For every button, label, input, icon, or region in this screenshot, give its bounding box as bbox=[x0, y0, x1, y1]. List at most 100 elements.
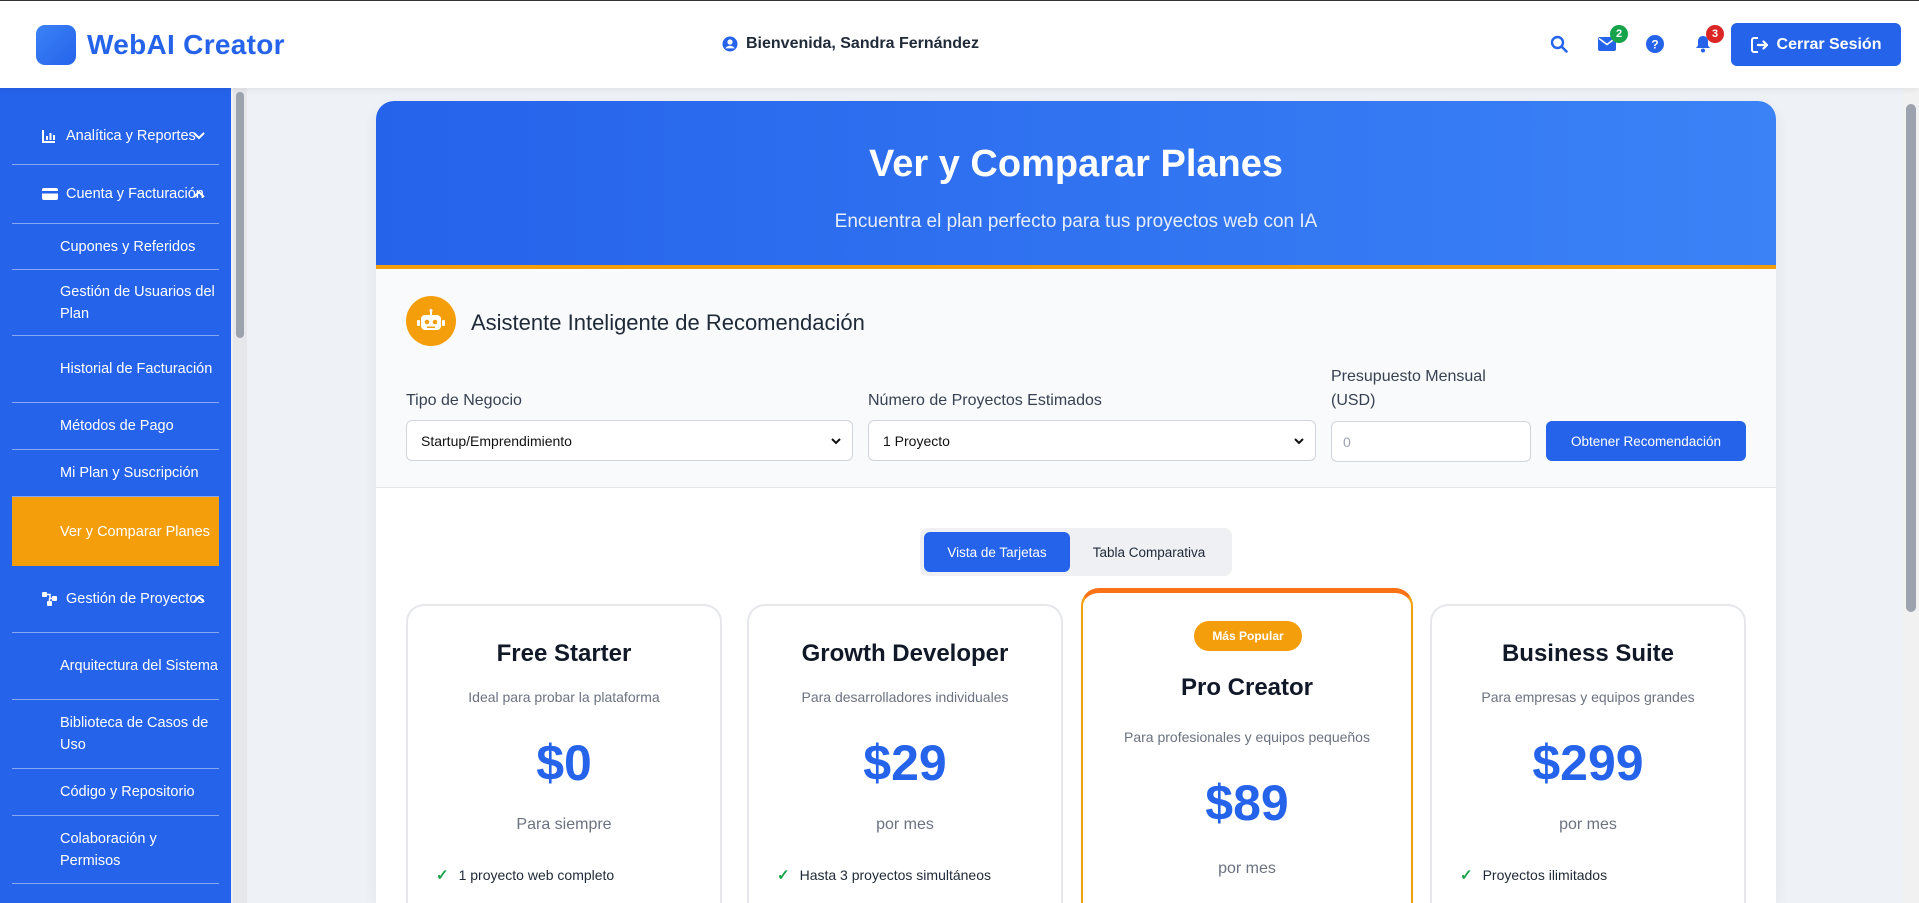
credit-card-icon bbox=[42, 188, 58, 200]
recommendation-assistant: Asistente Inteligente de Recomendación T… bbox=[376, 269, 1776, 488]
plan-name: Growth Developer bbox=[801, 640, 1009, 667]
sidebar-item-label: Cuenta y Facturación bbox=[66, 186, 204, 202]
plan-period: por mes bbox=[1218, 860, 1276, 877]
sidebar-item-plan-users[interactable]: Gestión de Usuarios del Plan bbox=[12, 270, 219, 336]
project-tree-icon bbox=[42, 592, 57, 606]
plan-price: $29 bbox=[863, 735, 947, 791]
plan-feature-text: Hasta 3 proyectos simultáneos bbox=[799, 867, 992, 883]
sidebar-item-label: Métodos de Pago bbox=[60, 418, 174, 434]
plan-price: $89 bbox=[1205, 775, 1289, 831]
sidebar-item-compare-plans[interactable]: Ver y Comparar Planes bbox=[12, 497, 219, 566]
chevron-down-icon bbox=[831, 438, 841, 445]
sidebar-item-my-plan[interactable]: Mi Plan y Suscripción bbox=[12, 450, 219, 497]
plan-feature: ✓ Proyectos ilimitados bbox=[1460, 866, 1607, 884]
plan-description: Para empresas y equipos grandes bbox=[1481, 689, 1695, 705]
logout-button[interactable]: Cerrar Sesión bbox=[1731, 23, 1901, 66]
plan-period: por mes bbox=[1559, 816, 1617, 833]
sidebar-item-code-repo[interactable]: Código y Repositorio bbox=[12, 769, 219, 816]
robot-icon bbox=[406, 296, 456, 346]
messages-button[interactable]: 2 bbox=[1594, 25, 1628, 57]
sidebar-item-payment-methods[interactable]: Métodos de Pago bbox=[12, 403, 219, 450]
welcome-text: Bienvenida, Sandra Fernández bbox=[746, 35, 979, 52]
plan-description: Ideal para probar la plataforma bbox=[468, 689, 660, 705]
sidebar-item-label: Mi Plan y Suscripción bbox=[60, 465, 199, 481]
page-title: Ver y Comparar Planes bbox=[869, 143, 1283, 185]
sidebar-item-label: Cupones y Referidos bbox=[60, 238, 196, 255]
sidebar-item-label: Historial de Facturación bbox=[60, 361, 213, 377]
sidebar-item-label: Ver y Comparar Planes bbox=[60, 523, 210, 540]
business-type-label: Tipo de Negocio bbox=[406, 392, 522, 409]
welcome-message: Bienvenida, Sandra Fernández bbox=[722, 35, 979, 53]
plan-description: Para profesionales y equipos pequeños bbox=[1124, 729, 1370, 745]
sidebar-item-label: Analítica y Reportes bbox=[66, 127, 196, 144]
sidebar: Analítica y Reportes Cuenta y Facturació… bbox=[0, 88, 231, 903]
sidebar-scrollbar-thumb[interactable] bbox=[236, 92, 244, 338]
plan-description: Para desarrolladores individuales bbox=[801, 689, 1009, 705]
tab-comparison-table[interactable]: Tabla Comparativa bbox=[1070, 532, 1228, 572]
chevron-up-icon bbox=[193, 595, 205, 603]
sidebar-item-use-cases[interactable]: Biblioteca de Casos de Uso bbox=[12, 700, 219, 769]
app-name: WebAI Creator bbox=[87, 29, 285, 60]
budget-label: Presupuesto Mensual (USD) bbox=[1331, 365, 1486, 413]
hero-banner: Ver y Comparar Planes Encuentra el plan … bbox=[376, 101, 1776, 269]
sidebar-item-label: Gestión de Usuarios del Plan bbox=[60, 283, 215, 322]
chevron-down-icon bbox=[1294, 438, 1304, 445]
plan-card-free[interactable]: Free Starter Ideal para probar la plataf… bbox=[406, 604, 722, 903]
plan-period: Para siempre bbox=[516, 816, 612, 833]
sidebar-item-label: Colaboración y Permisos bbox=[60, 830, 157, 869]
plan-feature-text: Proyectos ilimitados bbox=[1482, 867, 1608, 883]
search-icon bbox=[1550, 35, 1568, 53]
user-circle-icon bbox=[722, 36, 738, 52]
plan-card-growth[interactable]: Growth Developer Para desarrolladores in… bbox=[747, 604, 1063, 903]
notifications-button[interactable]: 3 bbox=[1690, 25, 1724, 57]
sign-out-icon bbox=[1750, 36, 1768, 53]
sidebar-item-architecture[interactable]: Arquitectura del Sistema bbox=[12, 633, 219, 700]
budget-label-line2: (USD) bbox=[1331, 392, 1376, 409]
check-icon: ✓ bbox=[436, 867, 449, 884]
projects-label: Número de Proyectos Estimados bbox=[868, 392, 1102, 409]
plan-name: Business Suite bbox=[1501, 640, 1675, 667]
plan-price: $0 bbox=[536, 735, 592, 791]
budget-placeholder: 0 bbox=[1343, 433, 1351, 450]
top-bar: WebAI Creator Bienvenida, Sandra Fernánd… bbox=[0, 0, 1919, 88]
projects-select[interactable]: 1 Proyecto bbox=[868, 420, 1316, 461]
view-toggle: Vista de Tarjetas Tabla Comparativa bbox=[920, 528, 1232, 576]
chart-icon bbox=[42, 129, 55, 143]
plan-feature: ✓ 1 proyecto web completo bbox=[436, 866, 614, 884]
sidebar-item-analytics[interactable]: Analítica y Reportes bbox=[12, 107, 219, 165]
plan-card-business[interactable]: Business Suite Para empresas y equipos g… bbox=[1430, 604, 1746, 903]
messages-badge: 2 bbox=[1610, 25, 1628, 43]
plan-name: Pro Creator bbox=[1180, 674, 1314, 701]
plan-feature-text: 1 proyecto web completo bbox=[458, 867, 615, 883]
search-button[interactable] bbox=[1546, 31, 1572, 57]
tab-cards-view[interactable]: Vista de Tarjetas bbox=[924, 532, 1070, 572]
sidebar-item-billing[interactable]: Cuenta y Facturación bbox=[12, 165, 219, 224]
budget-input[interactable]: 0 bbox=[1331, 421, 1531, 462]
chevron-down-icon bbox=[193, 131, 205, 139]
page-subtitle: Encuentra el plan perfecto para tus proy… bbox=[834, 211, 1318, 232]
popular-badge: Más Popular bbox=[1194, 621, 1302, 651]
plan-name: Free Starter bbox=[496, 640, 632, 667]
sidebar-item-label: Biblioteca de Casos de Uso bbox=[60, 715, 209, 753]
sidebar-item-coupons[interactable]: Cupones y Referidos bbox=[12, 224, 219, 270]
sidebar-item-billing-history[interactable]: Historial de Facturación bbox=[12, 336, 219, 403]
business-type-value: Startup/Emprendimiento bbox=[421, 432, 572, 449]
svg-text:?: ? bbox=[1651, 38, 1658, 52]
question-circle-icon: ? bbox=[1646, 35, 1664, 53]
chevron-up-icon bbox=[193, 190, 205, 198]
sidebar-item-collaboration[interactable]: Colaboración y Permisos bbox=[12, 816, 219, 884]
plans-container: Ver y Comparar Planes Encuentra el plan … bbox=[376, 101, 1776, 903]
check-icon: ✓ bbox=[777, 867, 790, 884]
plan-card-pro[interactable]: Más Popular Pro Creator Para profesional… bbox=[1081, 588, 1413, 903]
check-icon: ✓ bbox=[1460, 867, 1473, 884]
main-scrollbar-thumb[interactable] bbox=[1906, 104, 1916, 612]
notifications-badge: 3 bbox=[1706, 25, 1724, 43]
plan-price: $299 bbox=[1532, 735, 1644, 791]
help-button[interactable]: ? bbox=[1642, 31, 1668, 57]
business-type-select[interactable]: Startup/Emprendimiento bbox=[406, 420, 853, 461]
sidebar-item-projects[interactable]: Gestión de Proyectos bbox=[12, 566, 219, 633]
sidebar-item-label: Arquitectura del Sistema bbox=[60, 658, 218, 674]
logout-label: Cerrar Sesión bbox=[1776, 35, 1882, 53]
get-recommendation-button[interactable]: Obtener Recomendación bbox=[1546, 421, 1746, 461]
budget-label-line1: Presupuesto Mensual bbox=[1331, 368, 1486, 385]
